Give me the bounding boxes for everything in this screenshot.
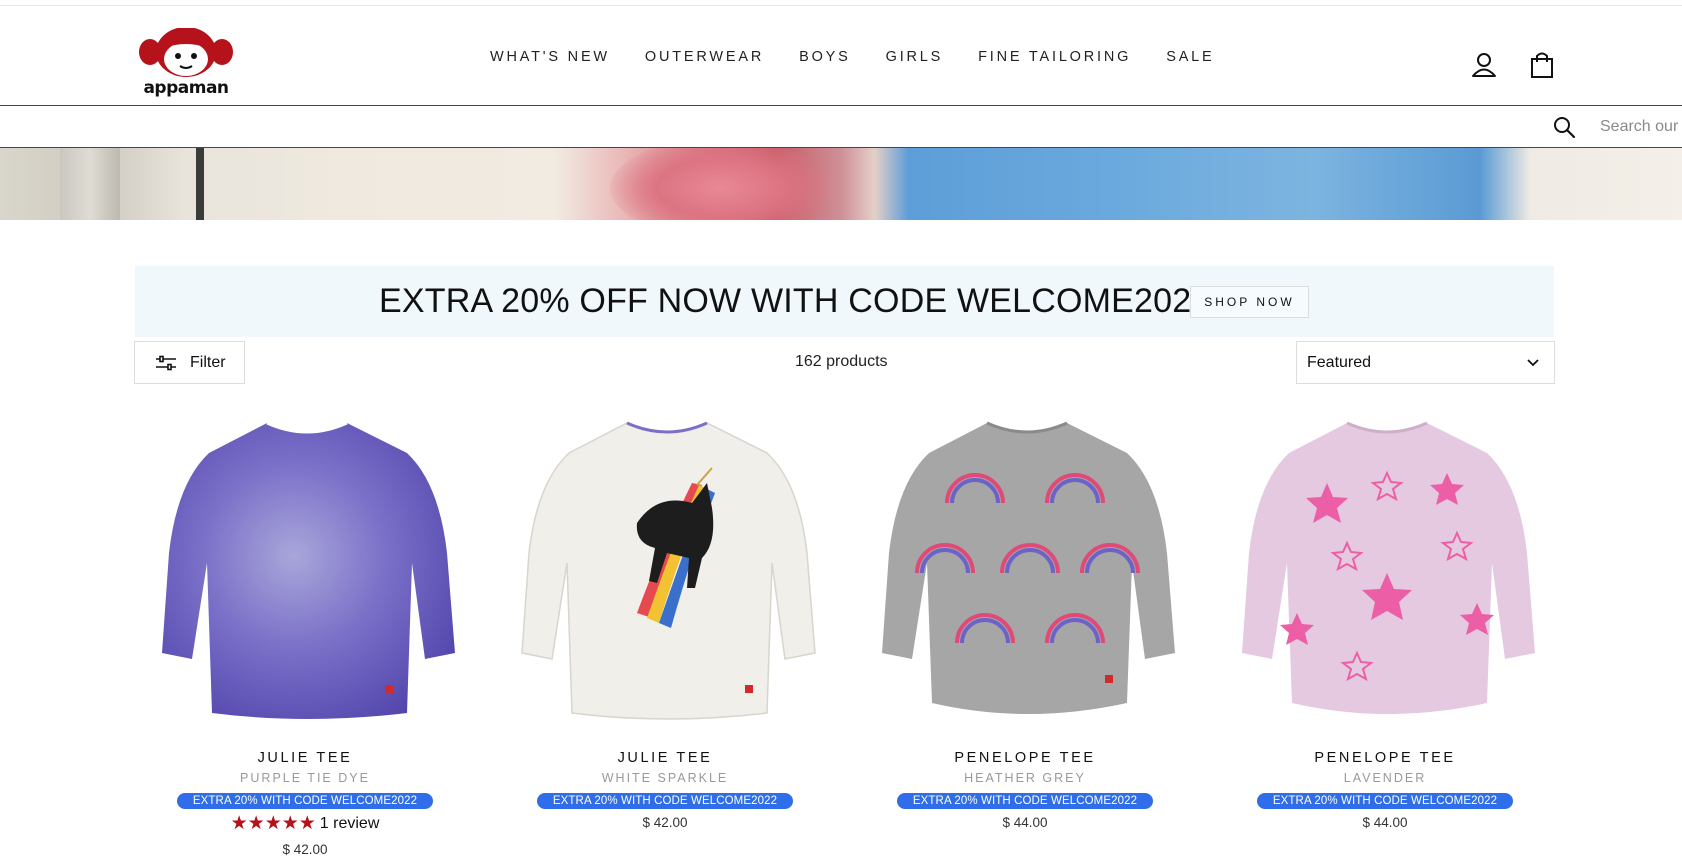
promo-badge: EXTRA 20% WITH CODE WELCOME2022 [177, 793, 433, 809]
promo-badge: EXTRA 20% WITH CODE WELCOME2022 [897, 793, 1153, 809]
filter-label: Filter [190, 353, 226, 371]
filter-button[interactable]: Filter [134, 341, 245, 384]
nav-boys[interactable]: BOYS [799, 49, 851, 65]
nav-outerwear[interactable]: OUTERWEAR [645, 49, 764, 65]
product-image[interactable] [1237, 413, 1537, 723]
product-title[interactable]: JULIE TEE [135, 750, 475, 766]
product-rating[interactable]: ★★★★★ 1 review [135, 812, 475, 835]
product-variant: LAVENDER [1343, 771, 1427, 785]
promo-text: EXTRA 20% OFF NOW WITH CODE WELCOME2022 [379, 282, 1211, 320]
review-count: 1 review [319, 815, 380, 832]
hero-post [60, 148, 120, 220]
sort-value: Featured [1307, 353, 1372, 371]
product-image[interactable] [877, 413, 1177, 723]
nav-sale[interactable]: SALE [1166, 49, 1214, 65]
product-price: $ 44.00 [1362, 815, 1408, 830]
account-icon[interactable] [1470, 51, 1498, 79]
monkey-logo-icon [139, 27, 233, 77]
search-bar [0, 106, 1682, 147]
brand-logo[interactable]: appaman [138, 27, 234, 98]
product-count: 162 products [795, 353, 888, 370]
promo-banner: EXTRA 20% OFF NOW WITH CODE WELCOME2022 … [135, 266, 1554, 337]
sliders-icon [156, 355, 176, 370]
product-variant: HEATHER GREY [964, 771, 1086, 785]
promo-badge: EXTRA 20% WITH CODE WELCOME2022 [1257, 793, 1513, 809]
site-header: appaman WHAT'S NEW OUTERWEAR BOYS GIRLS … [0, 6, 1682, 105]
search-input[interactable] [1600, 115, 1682, 139]
product-image[interactable] [517, 413, 817, 723]
promo-badge: EXTRA 20% WITH CODE WELCOME2022 [537, 793, 793, 809]
star-rating-icon: ★★★★★ [230, 813, 316, 834]
main-nav: WHAT'S NEW OUTERWEAR BOYS GIRLS FINE TAI… [490, 49, 1250, 65]
nav-whats-new[interactable]: WHAT'S NEW [490, 49, 610, 65]
product-variant: WHITE SPARKLE [601, 771, 729, 785]
product-title[interactable]: PENELOPE TEE [855, 750, 1195, 766]
hero-banner-image [0, 148, 1682, 220]
product-variant: PURPLE TIE DYE [240, 771, 370, 785]
nav-fine-tailoring[interactable]: FINE TAILORING [978, 49, 1131, 65]
sort-select[interactable]: Featured [1296, 341, 1555, 384]
cart-icon[interactable] [1528, 51, 1556, 79]
product-title[interactable]: JULIE TEE [495, 750, 835, 766]
product-price: $ 44.00 [1002, 815, 1048, 830]
logo-wordmark: appaman [143, 78, 229, 98]
product-price: $ 42.00 [642, 815, 688, 830]
product-title[interactable]: PENELOPE TEE [1215, 750, 1555, 766]
search-icon[interactable] [1552, 115, 1576, 139]
hero-door-edge [196, 148, 204, 220]
nav-girls[interactable]: GIRLS [886, 49, 944, 65]
product-image[interactable] [157, 413, 457, 723]
hero-pink-garment [610, 148, 830, 220]
chevron-down-icon [1527, 358, 1539, 366]
shop-now-button[interactable]: SHOP NOW [1190, 286, 1309, 318]
